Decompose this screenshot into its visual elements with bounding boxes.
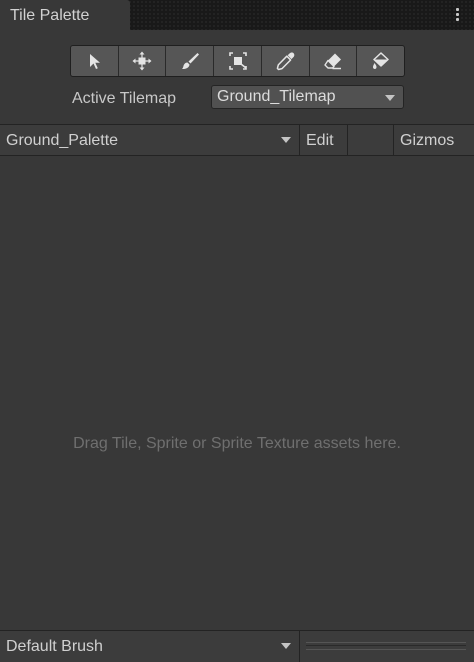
- tool-toolbar: [70, 45, 405, 77]
- move-tool-button[interactable]: [119, 46, 167, 76]
- move-icon: [132, 51, 152, 71]
- gizmos-label: Gizmos: [400, 132, 455, 149]
- pick-tool-button[interactable]: [262, 46, 310, 76]
- eraser-icon: [324, 53, 341, 70]
- active-tilemap-dropdown[interactable]: Ground_Tilemap: [211, 85, 404, 109]
- kebab-menu-icon[interactable]: [456, 8, 460, 22]
- select-arrow-icon: [90, 54, 101, 69]
- box-fill-icon: [228, 52, 247, 70]
- brush-dropdown[interactable]: Default Brush: [0, 631, 300, 662]
- edit-label: Edit: [306, 132, 334, 149]
- brush-value: Default Brush: [6, 638, 103, 655]
- gizmos-button[interactable]: Gizmos: [394, 125, 474, 155]
- tile-drop-area[interactable]: Drag Tile, Sprite or Sprite Texture asse…: [0, 156, 474, 630]
- chevron-down-icon: [385, 95, 395, 101]
- fill-tool-button[interactable]: [357, 46, 404, 76]
- tab-tile-palette[interactable]: Tile Palette: [0, 0, 130, 30]
- erase-tool-button[interactable]: [310, 46, 358, 76]
- active-tilemap-value: Ground_Tilemap: [217, 88, 336, 105]
- paint-tool-button[interactable]: [166, 46, 215, 76]
- brush-bar: Default Brush: [0, 630, 474, 662]
- window-titlebar: Tile Palette: [0, 0, 474, 30]
- active-tilemap-label: Active Tilemap: [72, 90, 177, 107]
- palette-dropdown[interactable]: Ground_Palette: [0, 125, 300, 155]
- eyedropper-icon: [276, 52, 295, 71]
- edit-button[interactable]: Edit: [300, 125, 348, 155]
- resize-splitter-handle[interactable]: [306, 642, 466, 650]
- chevron-down-icon: [281, 137, 291, 143]
- drop-hint-text: Drag Tile, Sprite or Sprite Texture asse…: [73, 435, 401, 452]
- active-tilemap-row: Active Tilemap Ground_Tilemap: [0, 85, 474, 111]
- box-fill-tool-button[interactable]: [214, 46, 262, 76]
- palette-toolbar: Ground_Palette Edit Gizmos: [0, 124, 474, 156]
- select-tool-button[interactable]: [71, 46, 119, 76]
- chevron-down-icon: [281, 643, 291, 649]
- palette-value: Ground_Palette: [6, 132, 119, 149]
- paintbrush-icon: [181, 53, 199, 70]
- paint-bucket-icon: [372, 52, 389, 69]
- palette-toggle-button[interactable]: [348, 125, 394, 155]
